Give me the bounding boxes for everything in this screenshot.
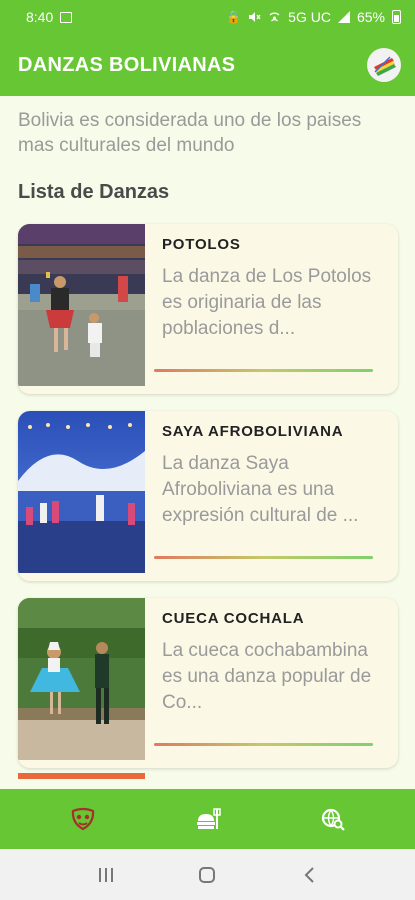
dance-mask-icon [71, 807, 94, 831]
card-body: CUECA COCHALA La cueca cochabambina es u… [145, 598, 398, 768]
dance-image-potolos [18, 224, 145, 386]
status-right: 🔒 5G UC 65% [226, 9, 401, 25]
signal-icon [337, 11, 350, 23]
back-button[interactable] [289, 860, 329, 890]
dance-image-saya [18, 411, 145, 573]
dance-card-potolos[interactable]: POTOLOS La danza de Los Potolos es origi… [18, 224, 398, 394]
nav-explore-button[interactable] [303, 797, 363, 841]
globe-search-icon [321, 808, 345, 831]
card-title: CUECA COCHALA [162, 610, 305, 627]
system-navigation [0, 849, 415, 900]
mute-icon [249, 12, 261, 22]
bolivia-flag-icon [374, 56, 396, 76]
dance-card-cueca-cochala[interactable]: CUECA COCHALA La cueca cochabambina es u… [18, 598, 398, 768]
status-bar: 8:40 🔒 5G UC 65% [0, 0, 415, 34]
card-title: SAYA AFROBOLIVIANA [162, 423, 344, 440]
recents-icon [98, 867, 113, 882]
app-title: DANZAS BOLIVIANAS [18, 53, 236, 76]
lock-icon: 🔒 [226, 10, 242, 24]
app-bar: DANZAS BOLIVIANAS [0, 34, 415, 96]
status-left: 8:40 [26, 9, 73, 25]
dance-card-saya-afroboliviana[interactable]: SAYA AFROBOLIVIANA La danza Saya Afrobol… [18, 411, 398, 581]
food-icon [196, 808, 221, 829]
image-icon [60, 11, 73, 23]
hotspot-icon [269, 12, 280, 22]
section-title: Lista de Danzas [18, 181, 170, 203]
nav-food-button[interactable] [178, 797, 238, 841]
card-title: POTOLOS [162, 236, 241, 253]
nav-dances-button[interactable] [53, 797, 113, 841]
dance-image-cueca [18, 598, 145, 760]
intro-text: Bolivia es considerada uno de los paises… [18, 110, 362, 156]
battery-icon [392, 10, 401, 24]
card-description: La danza de Los Potolos es originaria de… [162, 266, 372, 339]
card-divider [154, 556, 373, 559]
recents-button[interactable] [86, 860, 126, 890]
next-card-peek [18, 773, 145, 779]
status-time: 8:40 [26, 9, 54, 25]
home-button[interactable] [187, 860, 227, 890]
bottom-navigation [0, 789, 415, 849]
network-type: 5G UC [288, 9, 331, 25]
language-button[interactable] [367, 48, 401, 82]
dance-list: POTOLOS La danza de Los Potolos es origi… [18, 224, 398, 779]
card-body: POTOLOS La danza de Los Potolos es origi… [145, 224, 398, 394]
back-icon [304, 866, 314, 883]
home-icon [199, 866, 216, 883]
card-divider [154, 743, 373, 746]
card-description: La danza Saya Afroboliviana es una expre… [162, 453, 359, 526]
card-divider [154, 369, 373, 372]
card-description: La cueca cochabambina es una danza popul… [162, 640, 372, 713]
battery-level: 65% [356, 9, 385, 25]
card-body: SAYA AFROBOLIVIANA La danza Saya Afrobol… [145, 411, 398, 581]
